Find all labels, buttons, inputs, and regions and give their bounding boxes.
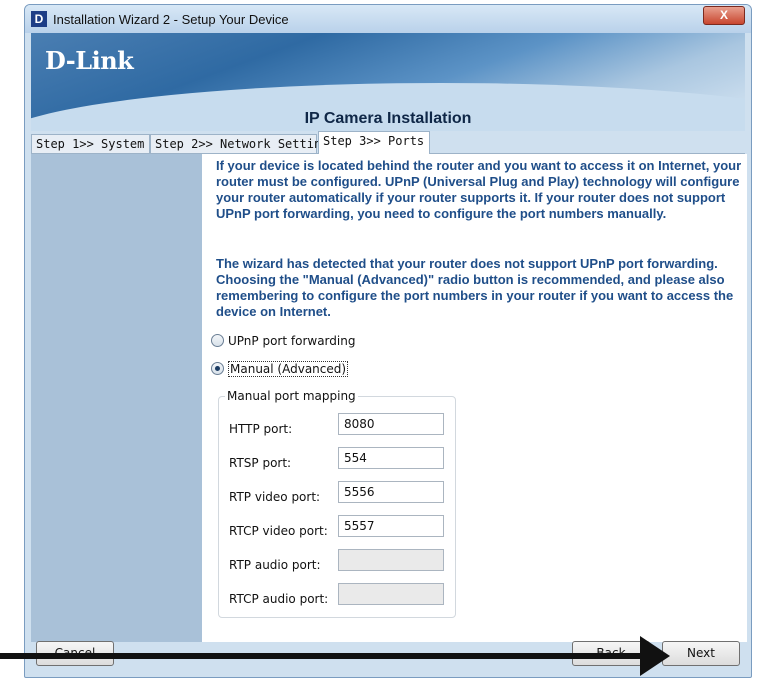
port-mapping-legend: Manual port mapping [225,389,358,403]
rtcp-audio-port-input [338,583,444,605]
dlink-app-icon: D [31,11,47,27]
upnp-radio-button[interactable] [211,334,224,347]
brand-logo: D-Link [45,46,134,75]
ports-content: If your device is located behind the rou… [202,154,747,642]
rtcp-video-port-input[interactable]: 5557 [338,515,444,537]
wizard-window: D Installation Wizard 2 - Setup Your Dev… [24,4,752,678]
header-banner: D-Link IP Camera Installation [31,33,745,131]
next-button[interactable]: Next [662,641,740,666]
http-port-label: HTTP port: [229,422,293,436]
rtp-audio-port-label: RTP audio port: [229,558,321,572]
tab-step-2-network-setting[interactable]: Step 2>> Network Setting [150,134,328,153]
manual-port-mapping-group: Manual port mapping HTTP port: 8080 RTSP… [218,389,456,618]
manual-advanced-option[interactable]: Manual (Advanced) [211,360,349,378]
upnp-explanation-text: If your device is located behind the rou… [216,158,742,221]
annotation-arrow-line [0,653,650,659]
step-tabs: Step 1>> System Step 2>> Network Setting… [31,131,745,154]
rtp-video-port-label: RTP video port: [229,490,321,504]
rtsp-port-label: RTSP port: [229,456,292,470]
rtsp-port-input[interactable]: 554 [338,447,444,469]
wizard-detection-text: The wizard has detected that your router… [216,256,734,319]
tab-step-1-system[interactable]: Step 1>> System [31,134,150,153]
http-port-input[interactable]: 8080 [338,413,444,435]
window-title: Installation Wizard 2 - Setup Your Devic… [53,12,289,27]
side-panel [31,154,202,642]
title-bar: D Installation Wizard 2 - Setup Your Dev… [25,5,751,33]
manual-radio-label: Manual (Advanced) [228,361,349,377]
rtp-audio-port-input [338,549,444,571]
upnp-forwarding-option[interactable]: UPnP port forwarding [211,332,355,350]
close-button[interactable]: X [703,6,745,25]
upnp-radio-label: UPnP port forwarding [228,334,356,348]
rtcp-video-port-label: RTCP video port: [229,524,328,538]
arrow-right-icon [640,636,670,676]
rtcp-audio-port-label: RTCP audio port: [229,592,329,606]
manual-radio-button[interactable] [211,362,224,375]
tab-step-3-ports[interactable]: Step 3>> Ports [318,131,430,154]
rtp-video-port-input[interactable]: 5556 [338,481,444,503]
banner-title: IP Camera Installation [304,110,472,127]
